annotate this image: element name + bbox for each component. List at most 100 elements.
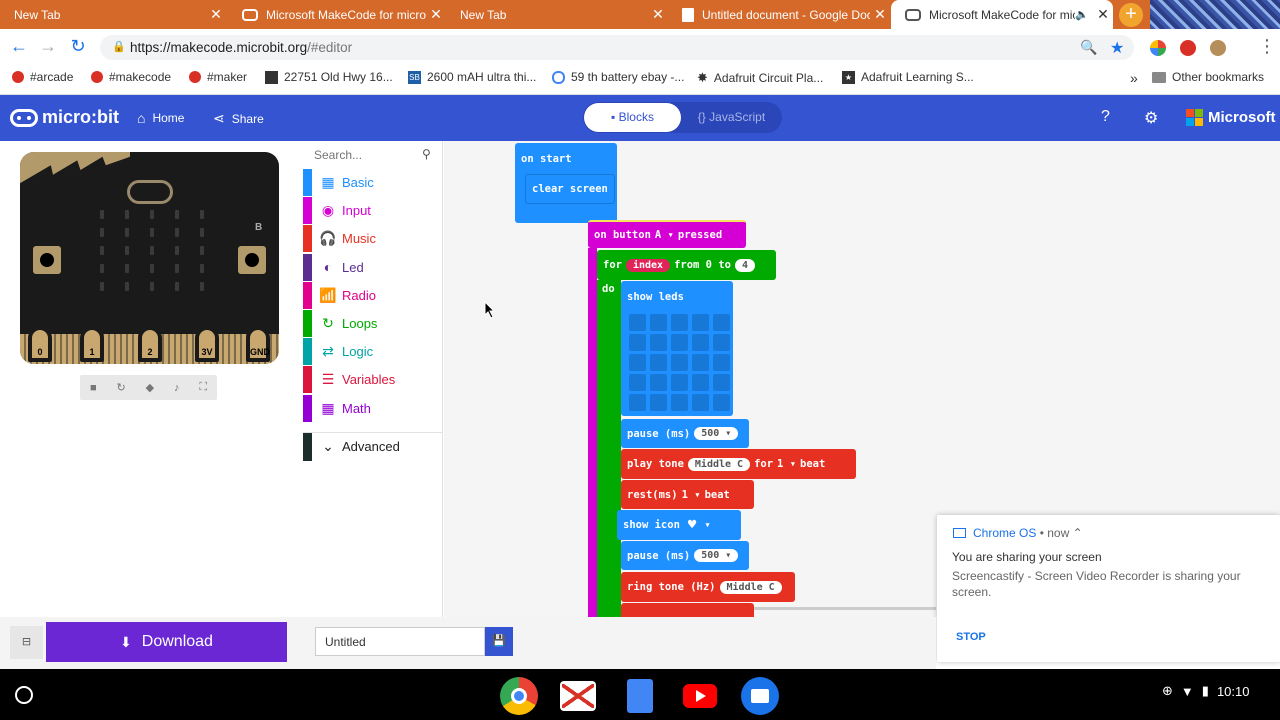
- chevron-down-icon[interactable]: ▾: [704, 519, 710, 531]
- stop-sharing-button[interactable]: STOP: [956, 631, 986, 643]
- rest-beat-dropdown[interactable]: 1 ▾: [682, 489, 701, 501]
- bookmark-item[interactable]: #arcade: [12, 70, 73, 84]
- led-picker-cell[interactable]: [629, 374, 646, 391]
- close-icon[interactable]: ✕: [648, 6, 668, 23]
- tab-new-tab-1[interactable]: New Tab ✕: [0, 0, 226, 29]
- index-variable[interactable]: index: [625, 258, 671, 272]
- led-picker-cell[interactable]: [650, 334, 667, 351]
- toolbox-search-input[interactable]: [304, 144, 440, 166]
- blocks-toggle-button[interactable]: ▪ Blocks: [584, 103, 681, 132]
- fullscreen-icon[interactable]: ⛶: [199, 381, 207, 394]
- restart-icon[interactable]: ↻: [116, 381, 125, 394]
- led-picker-cell[interactable]: [671, 314, 688, 331]
- pin-0[interactable]: 0: [28, 326, 52, 362]
- close-icon[interactable]: ✕: [870, 6, 890, 23]
- microbit-logo[interactable]: micro:bit: [10, 107, 119, 128]
- zoom-icon[interactable]: 🔍: [1080, 39, 1097, 56]
- led-picker-cell[interactable]: [713, 314, 730, 331]
- toolbox-category-variables[interactable]: ☰ Variables: [303, 366, 443, 394]
- pause-block[interactable]: pause (ms) 500 ▾: [621, 419, 749, 448]
- share-button[interactable]: ⋖ Share: [213, 110, 264, 127]
- led-picker-cell[interactable]: [629, 314, 646, 331]
- files-app-icon[interactable]: [741, 677, 779, 715]
- javascript-toggle-button[interactable]: {} JavaScript: [683, 103, 780, 132]
- to-value-input[interactable]: 4: [734, 258, 756, 272]
- note-input[interactable]: Middle C: [687, 457, 751, 471]
- bookmark-item[interactable]: ✸ Adafruit Circuit Pla...: [697, 70, 823, 86]
- close-icon[interactable]: ✕: [206, 6, 226, 23]
- led-picker-cell[interactable]: [650, 394, 667, 411]
- toolbox-category-led[interactable]: ◐ Led: [303, 253, 443, 281]
- collapse-simulator-icon[interactable]: ⊟: [10, 626, 43, 659]
- toolbox-category-math[interactable]: ▦ Math: [303, 394, 443, 422]
- chrome-app-icon[interactable]: [500, 677, 538, 715]
- status-tray[interactable]: ⊕ ▼ ▮ 10:10: [1162, 683, 1249, 699]
- note-input[interactable]: Middle C: [719, 580, 782, 594]
- show-icon-block[interactable]: show icon ♥ ▾: [617, 510, 741, 540]
- led-picker-cell[interactable]: [671, 334, 688, 351]
- toolbox-category-input[interactable]: ◉ Input: [303, 197, 443, 225]
- led-picker-cell[interactable]: [629, 334, 646, 351]
- gmail-app-icon[interactable]: [560, 681, 596, 711]
- save-icon[interactable]: 💾: [485, 627, 513, 656]
- reload-icon[interactable]: ↻: [67, 36, 89, 57]
- project-name-input[interactable]: [315, 627, 485, 656]
- button-a-dropdown[interactable]: A ▾: [655, 229, 674, 241]
- bookmark-item[interactable]: SB 2600 mAH ultra thi...: [408, 70, 536, 84]
- heart-icon[interactable]: ♥: [688, 517, 696, 533]
- tab-makecode-1[interactable]: Microsoft MakeCode for micro:bit ✕: [228, 0, 446, 29]
- led-picker-cell[interactable]: [650, 354, 667, 371]
- led-picker-cell[interactable]: [671, 374, 688, 391]
- led-picker-cell[interactable]: [713, 354, 730, 371]
- tab-makecode-active[interactable]: Microsoft MakeCode for micro:bit 🔈 ✕: [891, 0, 1113, 29]
- help-icon[interactable]: ?: [1101, 108, 1110, 126]
- ring-tone-block[interactable]: ring tone (Hz) Middle C: [621, 572, 795, 602]
- led-picker-cell[interactable]: [692, 374, 709, 391]
- gear-icon[interactable]: ⚙: [1144, 108, 1158, 128]
- led-picker-cell[interactable]: [671, 394, 688, 411]
- rest-block[interactable]: rest(ms) 1 ▾ beat: [621, 480, 754, 509]
- toolbox-category-music[interactable]: 🎧 Music: [303, 225, 443, 253]
- bookmark-item[interactable]: ★ Adafruit Learning S...: [842, 70, 974, 84]
- tab-new-tab-2[interactable]: New Tab ✕: [446, 0, 668, 29]
- led-picker-cell[interactable]: [713, 374, 730, 391]
- pin-2[interactable]: 2: [138, 326, 162, 362]
- led-picker-cell[interactable]: [713, 334, 730, 351]
- pause-block[interactable]: pause (ms) 500 ▾: [621, 541, 749, 570]
- microsoft-logo[interactable]: Microsoft: [1186, 109, 1276, 126]
- pin-1[interactable]: 1: [80, 326, 104, 362]
- close-icon[interactable]: ✕: [426, 6, 446, 23]
- other-bookmarks[interactable]: Other bookmarks: [1152, 70, 1264, 84]
- docs-app-icon[interactable]: [627, 679, 653, 713]
- pause-value-dropdown[interactable]: 500 ▾: [694, 427, 739, 440]
- bookmark-item[interactable]: #makecode: [91, 70, 171, 84]
- led-picker-cell[interactable]: [629, 354, 646, 371]
- toolbox-advanced[interactable]: ⌄ Advanced: [303, 432, 443, 461]
- extension-record-icon[interactable]: [1180, 40, 1196, 56]
- stop-icon[interactable]: ■: [90, 382, 97, 394]
- toolbox-category-logic[interactable]: ⇄ Logic: [303, 338, 443, 366]
- led-picker-cell[interactable]: [692, 314, 709, 331]
- tab-google-docs[interactable]: Untitled document - Google Docs ✕: [668, 0, 890, 29]
- pause-value-dropdown[interactable]: 500 ▾: [694, 549, 739, 562]
- mute-icon[interactable]: ♪: [174, 382, 180, 394]
- simulator-button-a[interactable]: [33, 246, 61, 274]
- clear-screen-block[interactable]: clear screen: [525, 174, 615, 204]
- close-icon[interactable]: ✕: [1093, 6, 1113, 23]
- led-picker-cell[interactable]: [650, 314, 667, 331]
- bookmark-item[interactable]: #maker: [189, 70, 247, 84]
- home-button[interactable]: ⌂ Home: [137, 110, 184, 126]
- launcher-icon[interactable]: [15, 686, 33, 704]
- beat-dropdown[interactable]: 1 ▾: [777, 458, 796, 470]
- bookmark-star-icon[interactable]: ★: [1110, 38, 1124, 58]
- bookmark-item[interactable]: 22751 Old Hwy 16...: [265, 70, 393, 84]
- on-button-pressed-block[interactable]: on button A ▾ pressed: [588, 220, 746, 248]
- bookmark-item[interactable]: 59 th battery ebay -...: [552, 70, 684, 84]
- youtube-app-icon[interactable]: [683, 684, 717, 708]
- workspace-scrollbar[interactable]: [754, 607, 936, 610]
- address-bar[interactable]: 🔒 https://makecode.microbit.org/#editor: [100, 35, 1134, 60]
- download-button[interactable]: ⬇ Download: [46, 622, 287, 662]
- microbit-simulator[interactable]: B 0 1 2 3V GND: [20, 152, 279, 364]
- toolbox-category-basic[interactable]: ▦ Basic: [303, 169, 443, 196]
- bookmarks-overflow-icon[interactable]: »: [1130, 70, 1138, 86]
